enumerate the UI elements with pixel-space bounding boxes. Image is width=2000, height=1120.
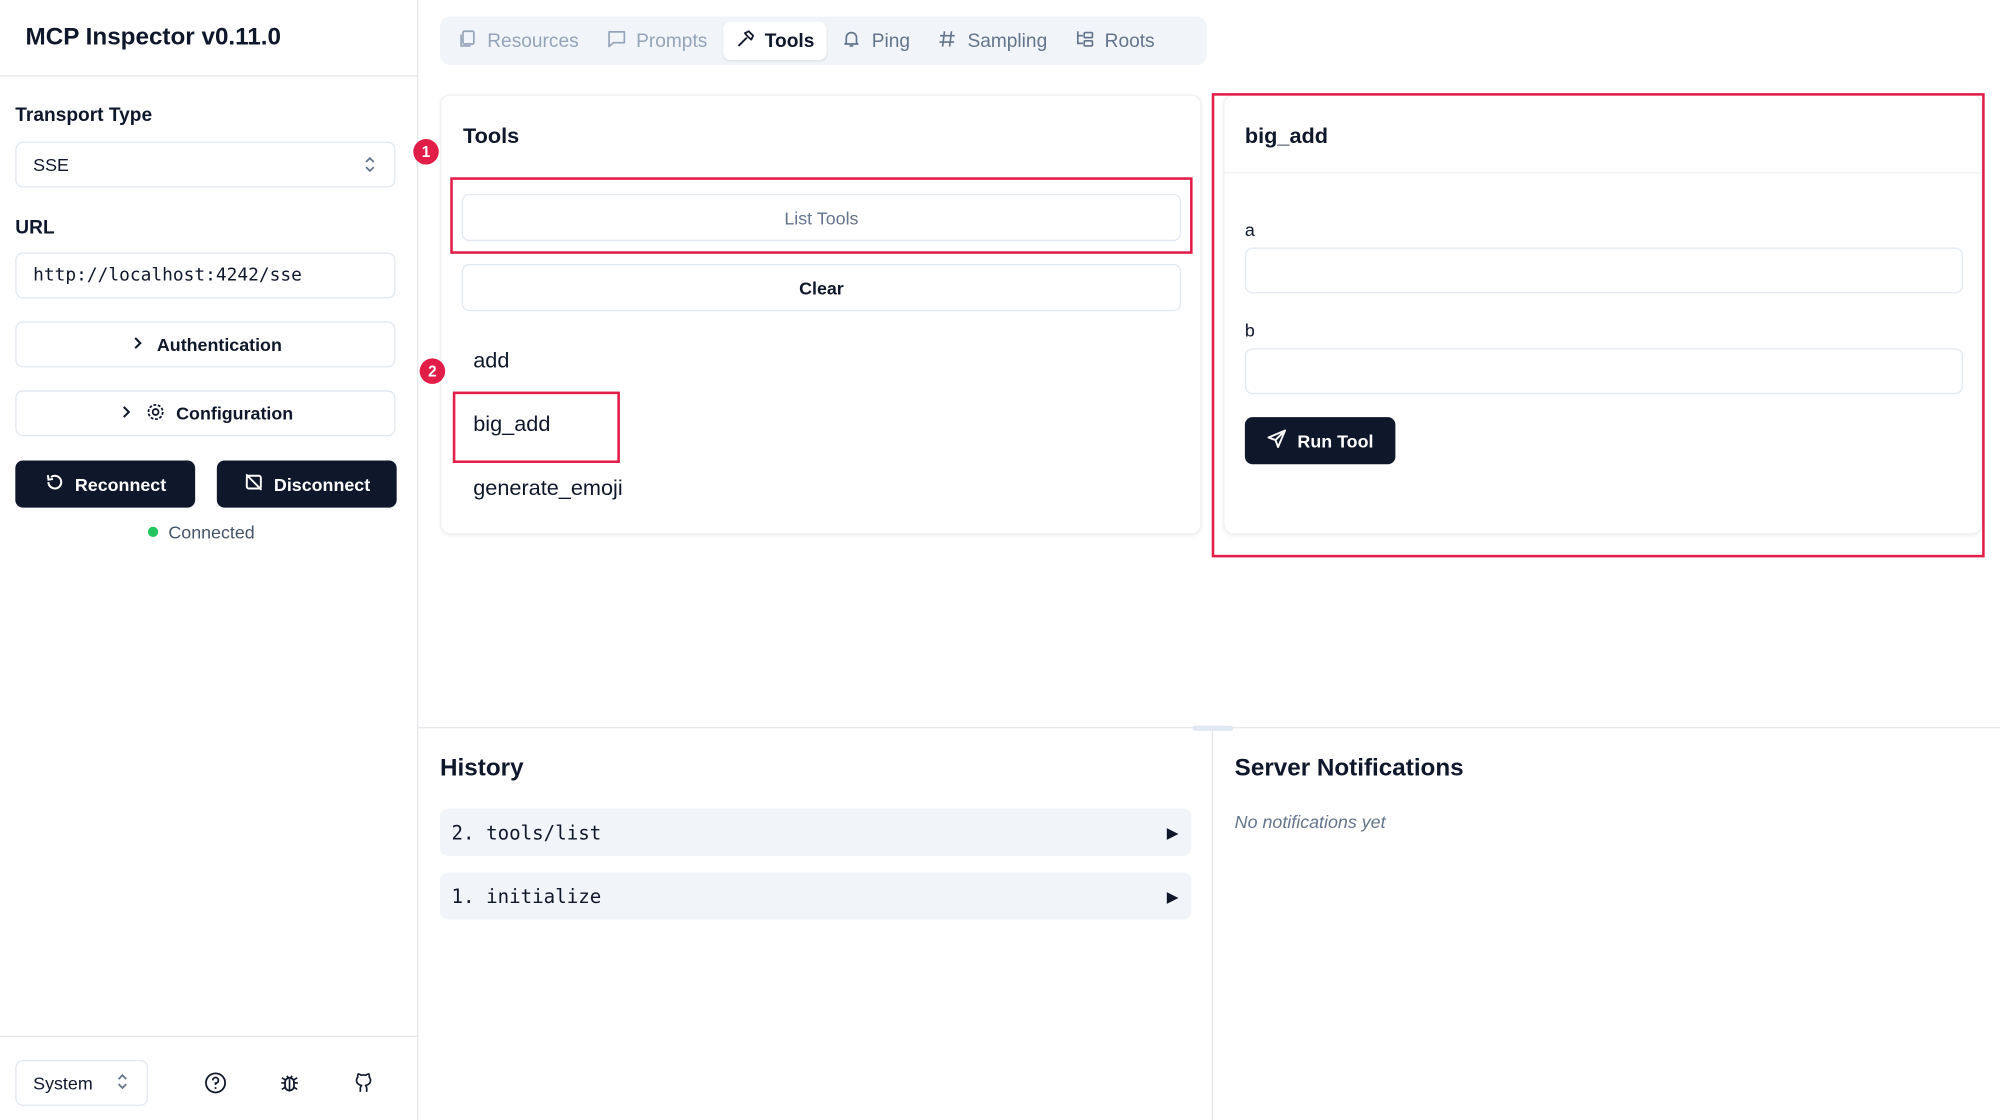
theme-select[interactable]: System [15,1059,148,1106]
tools-panel: Tools List Tools Clear add big_add gener… [440,94,1202,535]
gear-icon [146,401,166,425]
sidebar: MCP Inspector v0.11.0 Transport Type SSE… [0,0,419,1120]
history-title: History [440,755,524,782]
app-title: MCP Inspector v0.11.0 [0,0,418,77]
sidebar-footer: System [0,1035,419,1120]
tab-sampling[interactable]: Sampling [925,22,1060,60]
chevrons-up-down-icon [116,1072,129,1094]
tool-item-add[interactable]: add [473,348,509,374]
authentication-label: Authentication [156,334,282,355]
notifications-empty-text: No notifications yet [1234,811,1386,832]
highlight-list-tools [450,177,1193,254]
configuration-label: Configuration [176,403,294,424]
tab-ping[interactable]: Ping [830,22,923,60]
folder-tree-icon [1075,29,1094,53]
tab-bar: Resources Prompts Tools Ping Sampling Ro… [440,16,1207,66]
tab-label: Prompts [636,29,708,52]
history-item[interactable]: 1. initialize ▶ [440,872,1192,920]
url-label: URL [15,216,55,239]
expand-triangle-icon: ▶ [1166,823,1179,842]
authentication-button[interactable]: Authentication [15,321,396,368]
tab-roots[interactable]: Roots [1063,22,1168,60]
step-badge-2: 2 [419,358,446,384]
clear-button[interactable]: Clear [461,264,1182,312]
transport-type-label: Transport Type [15,104,153,127]
chevron-right-icon [129,334,147,356]
step-badge-1: 1 [413,139,439,165]
rotate-ccw-icon [44,472,64,496]
bell-icon [842,29,861,53]
disconnect-button[interactable]: Disconnect [216,460,397,508]
github-icon[interactable] [351,1070,377,1096]
connection-status: Connected [147,521,255,543]
status-text: Connected [168,521,255,543]
url-input[interactable]: http://localhost:4242/sse [15,252,396,299]
transport-type-value: SSE [33,154,69,175]
chevron-right-icon [117,402,135,424]
chevrons-up-down-icon [364,156,377,174]
tab-label: Roots [1104,29,1155,52]
hammer-icon [735,29,754,53]
reconnect-button[interactable]: Reconnect [15,460,196,508]
tab-label: Tools [764,29,815,52]
tab-label: Ping [871,29,911,52]
history-item-text: 2. tools/list [451,820,602,844]
highlight-tool-detail [1211,93,1985,558]
tab-label: Sampling [967,29,1048,52]
transport-type-select[interactable]: SSE [15,141,396,188]
disconnect-label: Disconnect [273,473,371,495]
clear-label: Clear [799,277,844,298]
server-notifications-title: Server Notifications [1234,755,1464,782]
highlight-big-add [452,391,620,464]
help-circle-icon[interactable] [203,1070,229,1096]
message-square-icon [607,29,626,53]
configuration-button[interactable]: Configuration [15,390,396,437]
files-icon [458,29,477,53]
tab-resources[interactable]: Resources [445,22,591,60]
unplug-icon [243,472,263,496]
tab-label: Resources [487,29,579,52]
bottom-divider [1211,728,1214,1120]
app-stage: MCP Inspector v0.11.0 Transport Type SSE… [0,0,2000,1120]
tools-panel-title: Tools [463,123,520,148]
expand-triangle-icon: ▶ [1166,887,1179,905]
reconnect-label: Reconnect [74,473,167,495]
history-item[interactable]: 2. tools/list ▶ [440,808,1192,856]
tab-prompts[interactable]: Prompts [594,22,720,60]
history-item-text: 1. initialize [451,884,602,908]
status-dot-icon [147,526,159,537]
tool-item-generate-emoji[interactable]: generate_emoji [473,476,622,502]
hash-icon [938,29,957,53]
theme-value: System [33,1072,93,1094]
bug-icon[interactable] [277,1070,303,1096]
tab-tools[interactable]: Tools [722,21,828,60]
